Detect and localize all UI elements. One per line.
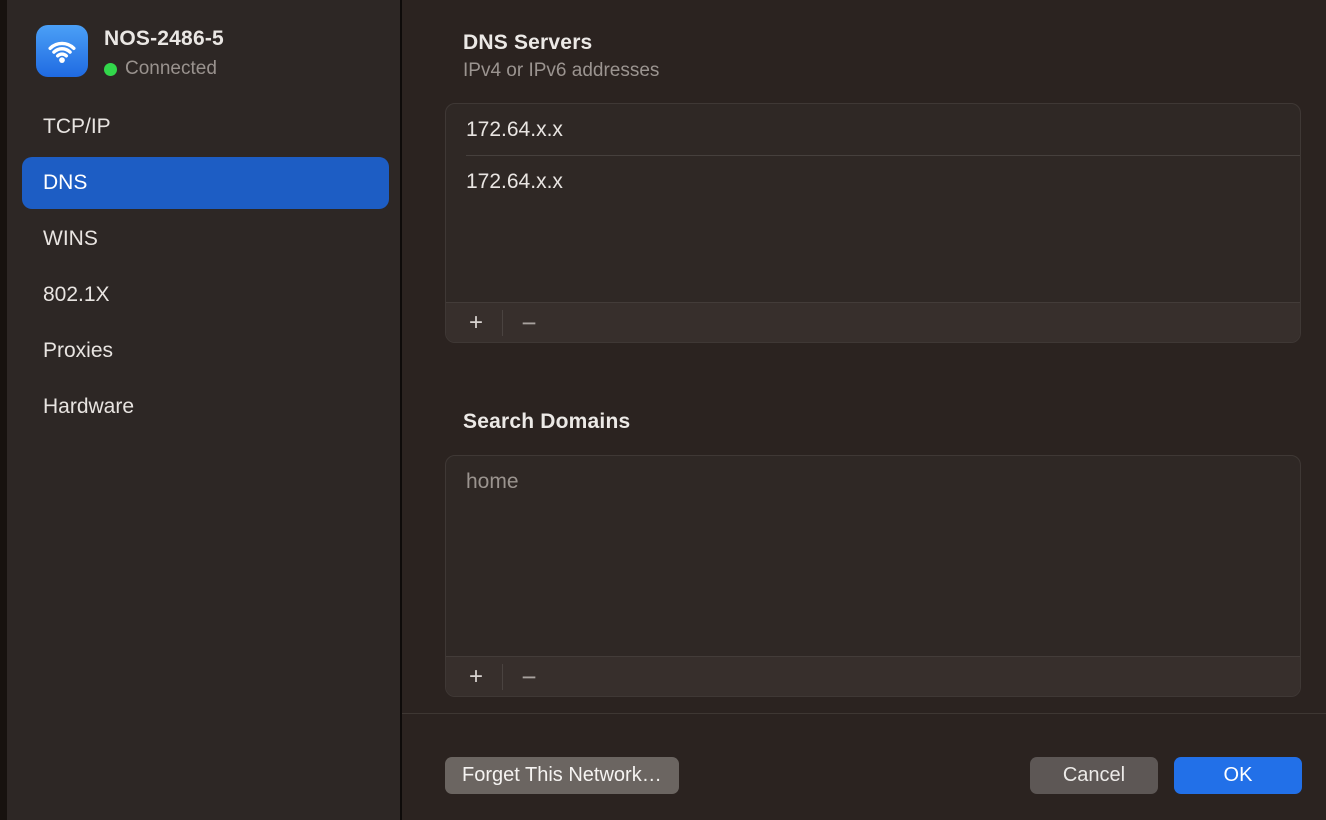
footer-divider (402, 713, 1326, 714)
network-status: Connected (104, 58, 224, 80)
dns-servers-subtitle: IPv4 or IPv6 addresses (463, 60, 659, 82)
dns-server-entry[interactable]: 172.64.x.x (446, 156, 1300, 207)
toolbar-separator (502, 664, 503, 690)
sidebar-item-8021x[interactable]: 802.1X (22, 269, 389, 321)
list-empty-area (446, 207, 1300, 302)
search-domains-list: home + − (445, 455, 1301, 697)
toolbar-separator (502, 310, 503, 336)
sidebar-item-wins[interactable]: WINS (22, 213, 389, 265)
remove-dns-server-button[interactable]: − (509, 309, 549, 337)
search-domain-entry[interactable]: home (446, 456, 1300, 507)
list-empty-area (446, 507, 1300, 656)
background-window-strip (0, 0, 7, 820)
sidebar-item-tcpip[interactable]: TCP/IP (22, 101, 389, 153)
sidebar-item-proxies[interactable]: Proxies (22, 325, 389, 377)
remove-search-domain-button[interactable]: − (509, 663, 549, 691)
network-header: NOS-2486-5 Connected (36, 25, 224, 80)
network-name: NOS-2486-5 (104, 27, 224, 51)
sidebar-item-dns[interactable]: DNS (22, 157, 389, 209)
dns-server-entry[interactable]: 172.64.x.x (446, 104, 1300, 155)
network-meta: NOS-2486-5 Connected (104, 25, 224, 80)
dns-servers-list: 172.64.x.x 172.64.x.x + − (445, 103, 1301, 343)
main-panel: DNS Servers IPv4 or IPv6 addresses 172.6… (402, 0, 1326, 820)
cancel-button[interactable]: Cancel (1030, 757, 1158, 794)
connected-status-dot (104, 63, 117, 76)
ok-button[interactable]: OK (1174, 757, 1302, 794)
wifi-icon (36, 25, 88, 77)
add-search-domain-button[interactable]: + (456, 663, 496, 691)
search-domains-title: Search Domains (463, 410, 630, 434)
search-domains-toolbar: + − (446, 656, 1300, 696)
sidebar: NOS-2486-5 Connected TCP/IP DNS WINS 802… (7, 0, 400, 820)
dns-servers-title: DNS Servers (463, 31, 592, 55)
add-dns-server-button[interactable]: + (456, 309, 496, 337)
dns-servers-toolbar: + − (446, 302, 1300, 342)
forget-network-button[interactable]: Forget This Network… (445, 757, 679, 794)
sidebar-item-hardware[interactable]: Hardware (22, 381, 389, 433)
sidebar-nav: TCP/IP DNS WINS 802.1X Proxies Hardware (22, 101, 389, 437)
connected-status-label: Connected (125, 58, 217, 80)
